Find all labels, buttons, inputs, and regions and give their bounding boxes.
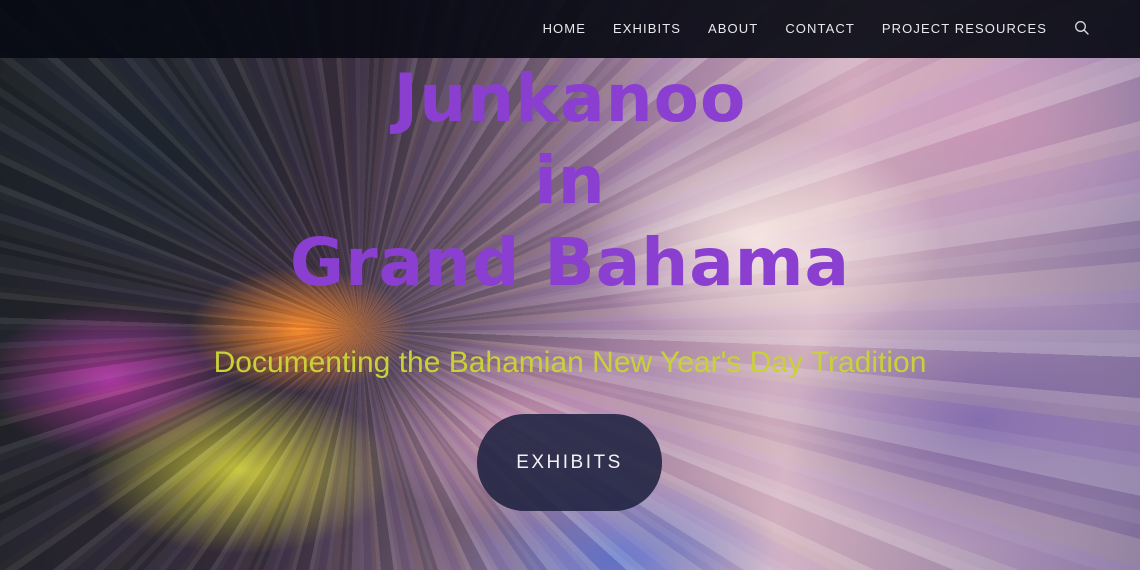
title-line-2: in: [534, 142, 606, 219]
hero-section: HOME EXHIBITS ABOUT CONTACT PROJECT RESO…: [0, 0, 1140, 570]
nav-contact[interactable]: CONTACT: [785, 21, 855, 36]
page-subtitle: Documenting the Bahamian New Year's Day …: [213, 346, 927, 379]
title-line-3: Grand Bahama: [289, 224, 851, 301]
site-header: HOME EXHIBITS ABOUT CONTACT PROJECT RESO…: [0, 0, 1140, 58]
title-line-1: Junkanoo: [393, 60, 747, 137]
page-title: Junkanoo in Grand Bahama: [0, 58, 1140, 304]
search-icon[interactable]: [1074, 20, 1090, 36]
nav-exhibits[interactable]: EXHIBITS: [613, 21, 681, 36]
nav-project-resources[interactable]: PROJECT RESOURCES: [882, 21, 1047, 36]
exhibits-button[interactable]: EXHIBITS: [477, 414, 662, 511]
main-nav: HOME EXHIBITS ABOUT CONTACT PROJECT RESO…: [543, 0, 1090, 56]
nav-about[interactable]: ABOUT: [708, 21, 758, 36]
nav-home[interactable]: HOME: [543, 21, 586, 36]
